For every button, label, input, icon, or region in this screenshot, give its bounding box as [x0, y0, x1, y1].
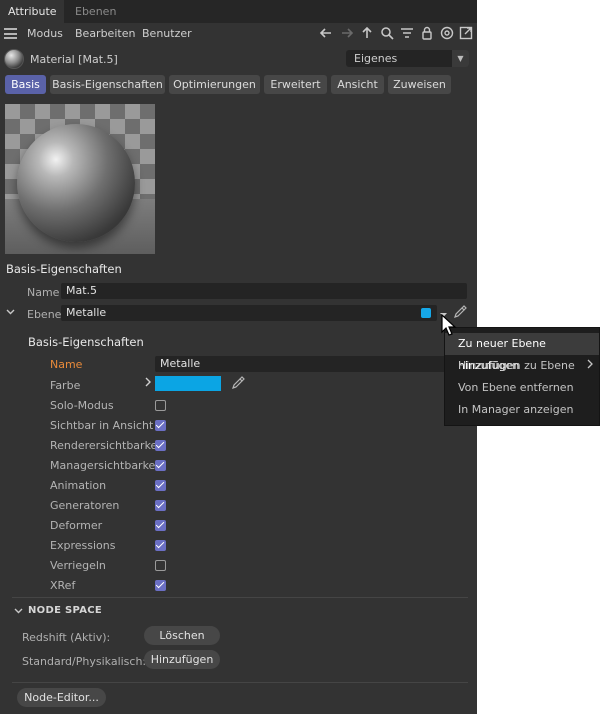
prop-label-5: Generatoren: [50, 499, 120, 512]
material-thumbnail: [4, 49, 24, 69]
prop-label-4: Animation: [50, 479, 107, 492]
menu-item-von-ebene-entfernen[interactable]: Von Ebene entfernen: [445, 377, 599, 399]
farbe-color-swatch[interactable]: [155, 376, 221, 391]
layer-name-label: Name: [50, 358, 83, 371]
ebene-label: Ebene: [27, 308, 62, 321]
material-preview: [5, 104, 155, 254]
new-window-icon[interactable]: [458, 26, 474, 42]
mode-select-value: Eigenes: [354, 52, 398, 65]
tab-attribute[interactable]: Attribute: [0, 0, 64, 23]
prop-checkbox-5[interactable]: [155, 500, 166, 511]
prop-label-1: Sichtbar in Ansicht: [50, 419, 154, 432]
tab-basis-eigenschaften[interactable]: Basis-Eigenschaften: [50, 75, 165, 94]
arrow-up-icon[interactable]: [359, 26, 375, 42]
target-icon[interactable]: [439, 26, 455, 42]
tab-basis[interactable]: Basis: [5, 75, 46, 94]
prop-checkbox-4[interactable]: [155, 480, 166, 491]
preview-sphere: [17, 124, 135, 242]
hamburger-menu-icon[interactable]: [4, 28, 17, 39]
material-label: Material [Mat.5]: [30, 53, 118, 66]
menu-item-neue-ebene[interactable]: Zu neuer Ebene hinzufügen: [445, 333, 599, 372]
chevron-down-icon[interactable]: [6, 307, 15, 319]
prop-label-9: XRef: [50, 579, 76, 592]
prop-checkbox-0[interactable]: [155, 400, 166, 411]
chevron-down-icon[interactable]: [14, 605, 23, 618]
prop-checkbox-6[interactable]: [155, 520, 166, 531]
menu-item-hinzufuegen-zu-ebene-label: Hinzufügen zu Ebene: [458, 359, 575, 372]
tab-zuweisen[interactable]: Zuweisen: [388, 75, 451, 94]
loeschen-button[interactable]: Löschen: [144, 626, 220, 645]
prop-label-6: Deformer: [50, 519, 103, 532]
material-header: Material [Mat.5] Eigenes ▼: [0, 48, 477, 70]
name-label: Name: [27, 286, 60, 299]
eyedropper-icon[interactable]: [231, 376, 245, 393]
ebene-value: Metalle: [66, 306, 107, 319]
ebene-color-swatch: [421, 308, 431, 318]
tab-optimierungen[interactable]: Optimierungen: [169, 75, 260, 94]
hinzufuegen-button[interactable]: Hinzufügen: [144, 650, 220, 669]
lock-icon[interactable]: [419, 26, 435, 42]
menu-item-hinzufuegen-zu-ebene[interactable]: Hinzufügen zu Ebene: [445, 355, 599, 377]
chevron-right-icon: [586, 355, 593, 377]
prop-label-3: Managersichtbarkeit: [50, 459, 163, 472]
ebene-field[interactable]: Metalle: [61, 305, 437, 321]
tab-ansicht[interactable]: Ansicht: [331, 75, 384, 94]
mouse-cursor-icon: [441, 313, 457, 336]
arrow-right-icon[interactable]: [339, 26, 355, 42]
prop-checkbox-3[interactable]: [155, 460, 166, 471]
farbe-label: Farbe: [50, 379, 81, 392]
chevron-down-icon: ▼: [452, 50, 469, 67]
mode-select[interactable]: Eigenes ▼: [346, 50, 469, 67]
prop-label-2: Renderersichtbarkeit: [50, 439, 165, 452]
sub-tabs: Basis Basis-Eigenschaften Optimierungen …: [0, 75, 477, 95]
tab-ebenen[interactable]: Ebenen: [75, 0, 116, 23]
prop-checkbox-9[interactable]: [155, 580, 166, 591]
node-space-title: NODE SPACE: [28, 605, 103, 616]
tab-bar: Attribute Ebenen: [0, 0, 477, 23]
attribute-panel: Attribute Ebenen Modus Bearbeiten Benutz…: [0, 0, 477, 714]
prop-label-8: Verriegeln: [50, 559, 106, 572]
section-basis-eigenschaften: Basis-Eigenschaften: [6, 262, 122, 276]
menu-modus[interactable]: Modus: [27, 27, 63, 40]
menu-benutzer[interactable]: Benutzer: [142, 27, 192, 40]
node-editor-button[interactable]: Node-Editor...: [17, 688, 106, 707]
prop-label-0: Solo-Modus: [50, 399, 114, 412]
name-field[interactable]: Mat.5: [61, 283, 467, 299]
prop-label-7: Expressions: [50, 539, 116, 552]
prop-checkbox-2[interactable]: [155, 440, 166, 451]
menu-bar: Modus Bearbeiten Benutzer: [0, 23, 477, 45]
prop-checkbox-8[interactable]: [155, 560, 166, 571]
layer-name-field[interactable]: Metalle: [155, 356, 477, 372]
layer-context-menu: Zu neuer Ebene hinzufügen Hinzufügen zu …: [444, 327, 600, 426]
tab-erweitert[interactable]: Erweitert: [264, 75, 327, 94]
menu-bearbeiten[interactable]: Bearbeiten: [75, 27, 135, 40]
redshift-label: Redshift (Aktiv):: [22, 631, 111, 644]
prop-checkbox-1[interactable]: [155, 420, 166, 431]
prop-checkbox-7[interactable]: [155, 540, 166, 551]
search-icon[interactable]: [379, 26, 395, 42]
section-layer-properties: Basis-Eigenschaften: [28, 335, 144, 349]
menu-item-in-manager-anzeigen[interactable]: In Manager anzeigen: [445, 399, 599, 421]
standard-label: Standard/Physikalisch:: [22, 655, 147, 668]
chevron-right-icon[interactable]: [144, 377, 152, 390]
arrow-left-icon[interactable]: [318, 26, 334, 42]
filter-icon[interactable]: [399, 26, 415, 42]
